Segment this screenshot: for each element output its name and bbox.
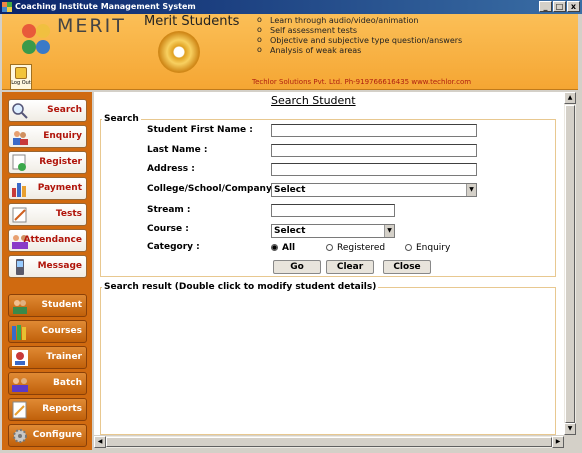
sidebar-item-batch[interactable]: Batch bbox=[8, 372, 87, 395]
category-label: Category : bbox=[147, 242, 200, 252]
course-select[interactable]: Select ▼ bbox=[271, 224, 395, 238]
college-label: College/School/Company : bbox=[147, 184, 279, 194]
radio-label: Enquiry bbox=[416, 243, 451, 253]
logo-text: MERIT STU bbox=[57, 15, 127, 37]
batch-icon bbox=[12, 378, 28, 392]
close-window-button[interactable]: x bbox=[567, 1, 580, 12]
go-button[interactable]: Go bbox=[273, 260, 321, 274]
sidebar-item-student[interactable]: Student bbox=[8, 294, 87, 317]
category-radio-registered[interactable]: Registered bbox=[326, 243, 385, 253]
maximize-button[interactable]: □ bbox=[553, 1, 566, 12]
sidebar-item-label: Enquiry bbox=[43, 131, 82, 141]
logout-label: Log Out bbox=[11, 80, 31, 86]
radio-selected-icon bbox=[271, 244, 278, 251]
trainer-icon bbox=[12, 350, 28, 366]
search-result-legend: Search result (Double click to modify st… bbox=[102, 282, 379, 292]
feature-item: Analysis of weak areas bbox=[255, 45, 462, 56]
key-icon bbox=[15, 67, 27, 79]
sidebar-item-label: Message bbox=[37, 261, 82, 271]
feature-item: Self assessment tests bbox=[255, 25, 462, 36]
radio-icon bbox=[405, 244, 412, 251]
sidebar-item-label: Student bbox=[41, 300, 82, 310]
sidebar-item-label: Search bbox=[47, 105, 82, 115]
pencil-icon bbox=[12, 207, 27, 223]
sidebar-item-label: Tests bbox=[55, 209, 82, 219]
category-radio-all[interactable]: All bbox=[271, 243, 295, 253]
sidebar-item-configure[interactable]: Configure bbox=[8, 424, 87, 447]
chevron-down-icon[interactable]: ▼ bbox=[384, 225, 394, 237]
merit-logo-icon bbox=[22, 24, 50, 54]
sidebar-item-label: Batch bbox=[53, 378, 82, 388]
vertical-scroll-thumb[interactable] bbox=[565, 105, 575, 423]
first-name-input[interactable] bbox=[271, 124, 477, 137]
sidebar-item-label: Courses bbox=[41, 326, 82, 336]
stream-label: Stream : bbox=[147, 205, 191, 215]
first-name-label: Student First Name : bbox=[147, 125, 253, 135]
register-icon bbox=[12, 154, 26, 171]
last-name-input[interactable] bbox=[271, 144, 477, 157]
feature-item: Learn through audio/video/animation bbox=[255, 15, 462, 26]
sidebar-item-label: Trainer bbox=[46, 352, 82, 362]
logout-button[interactable]: Log Out bbox=[10, 64, 32, 90]
scroll-left-icon[interactable]: ◀ bbox=[94, 436, 106, 448]
sidebar-item-reports[interactable]: Reports bbox=[8, 398, 87, 421]
reports-icon bbox=[12, 401, 27, 419]
sidebar-item-label: Attendance bbox=[23, 235, 82, 245]
clear-button[interactable]: Clear bbox=[326, 260, 374, 274]
course-label: Course : bbox=[147, 224, 189, 234]
company-info: Techlor Solutions Pvt. Ltd. Ph-919766616… bbox=[252, 78, 472, 86]
page-title: Search Student bbox=[271, 94, 356, 107]
search-result-fieldset bbox=[100, 287, 556, 435]
radio-label: All bbox=[282, 243, 296, 253]
scroll-up-icon[interactable]: ▲ bbox=[564, 92, 576, 104]
chart-icon bbox=[12, 183, 26, 197]
sidebar-item-label: Payment bbox=[37, 183, 82, 193]
sidebar-item-enquiry[interactable]: Enquiry bbox=[8, 125, 87, 148]
address-label: Address : bbox=[147, 164, 195, 174]
category-radio-enquiry[interactable]: Enquiry bbox=[405, 243, 450, 253]
scroll-down-icon[interactable]: ▼ bbox=[564, 423, 576, 435]
window-title: Coaching Institute Management System bbox=[15, 2, 196, 11]
close-button[interactable]: Close bbox=[383, 260, 431, 274]
sidebar-item-payment[interactable]: Payment bbox=[8, 177, 87, 200]
horizontal-scroll-thumb[interactable] bbox=[106, 437, 552, 447]
students-icon bbox=[13, 300, 27, 314]
magnifier-icon bbox=[12, 103, 28, 119]
feature-list: Learn through audio/video/animation Self… bbox=[255, 15, 462, 56]
sidebar-item-message[interactable]: Message bbox=[8, 255, 87, 278]
search-legend: Search bbox=[102, 114, 141, 124]
sidebar-item-tests[interactable]: Tests bbox=[8, 203, 87, 226]
sidebar-item-register[interactable]: Register bbox=[8, 151, 87, 174]
sidebar-item-search[interactable]: Search bbox=[8, 99, 87, 122]
people-icon bbox=[13, 131, 28, 145]
chevron-down-icon[interactable]: ▼ bbox=[466, 184, 476, 196]
cd-image-icon bbox=[158, 31, 200, 73]
stream-input[interactable] bbox=[271, 204, 395, 217]
brand-title: Merit Students bbox=[144, 14, 240, 29]
scroll-right-icon[interactable]: ▶ bbox=[552, 436, 564, 448]
radio-label: Registered bbox=[337, 243, 386, 253]
college-select[interactable]: Select ▼ bbox=[271, 183, 477, 197]
sidebar-item-attendance[interactable]: Attendance bbox=[8, 229, 87, 252]
title-bar: Coaching Institute Management System _ □… bbox=[0, 0, 582, 14]
search-fieldset bbox=[100, 119, 556, 277]
books-icon bbox=[12, 325, 26, 340]
feature-item: Objective and subjective type question/a… bbox=[255, 35, 462, 46]
sidebar-item-label: Reports bbox=[42, 404, 82, 414]
minimize-button[interactable]: _ bbox=[539, 1, 552, 12]
address-input[interactable] bbox=[271, 163, 477, 176]
course-select-value: Select bbox=[274, 226, 306, 236]
last-name-label: Last Name : bbox=[147, 145, 208, 155]
phone-icon bbox=[16, 259, 24, 275]
sidebar-item-label: Register bbox=[39, 157, 82, 167]
sidebar-item-trainer[interactable]: Trainer bbox=[8, 346, 87, 369]
radio-icon bbox=[326, 244, 333, 251]
college-select-value: Select bbox=[274, 185, 306, 195]
gear-icon bbox=[13, 429, 27, 443]
sidebar-item-label: Configure bbox=[32, 430, 82, 440]
sidebar-item-courses[interactable]: Courses bbox=[8, 320, 87, 343]
app-icon bbox=[2, 2, 12, 12]
